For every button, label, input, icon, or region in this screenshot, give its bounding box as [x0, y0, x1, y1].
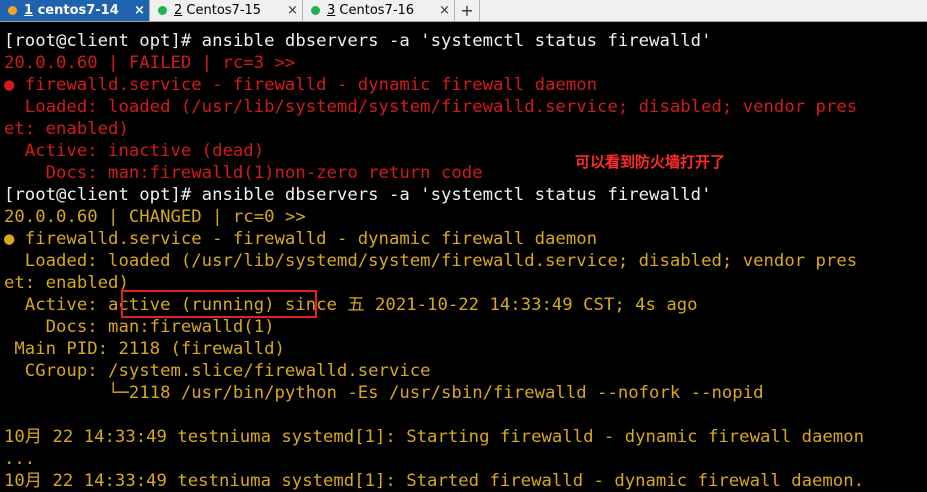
terminal-line: [root@client opt]# ansible dbservers -a … — [4, 185, 712, 205]
tab-label: Centos7-15 — [186, 3, 262, 18]
add-tab-icon[interactable]: + — [455, 0, 480, 21]
terminal-line: 10月 22 14:33:49 testniuma systemd[1]: St… — [4, 471, 865, 491]
terminal-line: Main PID: 2118 (firewalld) — [4, 339, 285, 359]
tab-centos7-14[interactable]: 1 centos7-14 × — [0, 0, 150, 21]
terminal-line: ... — [4, 449, 36, 469]
close-icon[interactable]: × — [438, 0, 451, 21]
session-status-icon — [8, 6, 17, 15]
terminal-line: Docs: man:firewalld(1)non-zero return co… — [4, 163, 483, 183]
terminal-line: Docs: man:firewalld(1) — [4, 317, 275, 337]
tab-label: centos7-14 — [37, 3, 119, 18]
tab-number: 3 — [327, 3, 336, 18]
tab-label: Centos7-16 — [339, 3, 415, 18]
terminal-line: ● firewalld.service - firewalld - dynami… — [4, 229, 598, 249]
terminal-line: Active: inactive (dead) — [4, 141, 265, 161]
terminal-line: et: enabled) — [4, 119, 129, 139]
terminal-line: [root@client opt]# ansible dbservers -a … — [4, 31, 712, 51]
tab-bar: 1 centos7-14 × 2 Centos7-15 × 3 Centos7-… — [0, 0, 927, 22]
terminal-line: Loaded: loaded (/usr/lib/systemd/system/… — [4, 97, 858, 117]
close-icon[interactable]: × — [133, 0, 146, 21]
terminal-line: Loaded: loaded (/usr/lib/systemd/system/… — [4, 251, 858, 271]
annotation-text: 可以看到防火墙打开了 — [575, 153, 726, 171]
terminal-line: 10月 22 14:33:49 testniuma systemd[1]: St… — [4, 427, 865, 447]
tab-number: 2 — [174, 3, 183, 18]
terminal-output[interactable]: [root@client opt]# ansible dbservers -a … — [4, 30, 927, 492]
highlight-box — [121, 290, 317, 318]
tab-centos7-15[interactable]: 2 Centos7-15 × — [150, 0, 303, 21]
terminal-line: 20.0.0.60 | CHANGED | rc=0 >> — [4, 207, 306, 227]
terminal-line: 20.0.0.60 | FAILED | rc=3 >> — [4, 53, 296, 73]
terminal-line: └─2118 /usr/bin/python -Es /usr/sbin/fir… — [4, 383, 764, 403]
session-status-icon — [311, 6, 320, 15]
tab-centos7-16[interactable]: 3 Centos7-16 × — [303, 0, 455, 21]
session-status-icon — [158, 6, 167, 15]
terminal-line: CGroup: /system.slice/firewalld.service — [4, 361, 431, 381]
terminal-line: ● firewalld.service - firewalld - dynami… — [4, 75, 598, 95]
close-icon[interactable]: × — [286, 0, 299, 21]
tab-number: 1 — [24, 3, 34, 18]
